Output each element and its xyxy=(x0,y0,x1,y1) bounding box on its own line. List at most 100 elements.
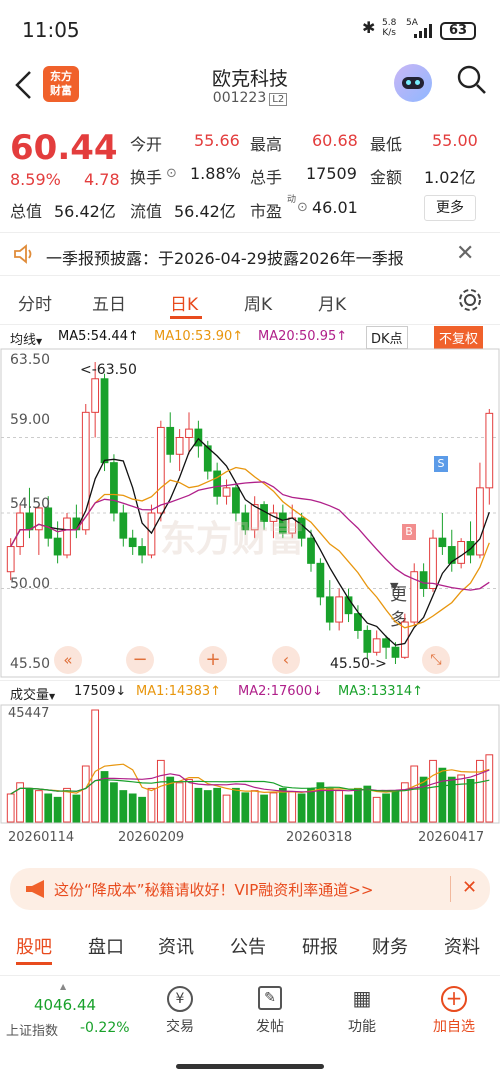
search-icon[interactable] xyxy=(456,64,488,96)
up-candle xyxy=(335,596,344,623)
sell-signal-badge[interactable]: S xyxy=(434,456,448,472)
tab-daily-k[interactable]: 日K xyxy=(170,290,198,315)
float-cap-label: 流值 xyxy=(130,202,163,221)
pe-label: 市盈 xyxy=(250,202,283,221)
price-change-percent: 8.59% xyxy=(10,170,61,189)
ma20-value: MA20:50.95↑ xyxy=(258,329,348,344)
megaphone-icon xyxy=(26,880,44,898)
tab-guba[interactable]: 股吧 xyxy=(16,933,52,959)
down-volume-bar xyxy=(325,787,334,823)
add-watchlist-button[interactable]: + 加自选 xyxy=(424,986,484,1036)
open-label: 今开 xyxy=(130,135,163,154)
speaker-icon xyxy=(14,244,32,264)
robot-assistant-icon[interactable] xyxy=(394,64,432,102)
volume-label: 总手 xyxy=(250,168,283,187)
up-volume-bar xyxy=(335,790,344,823)
amount-label: 金额 xyxy=(370,168,403,187)
bluetooth-icon: ✱ xyxy=(362,18,376,37)
price-change: 4.78 xyxy=(84,170,120,189)
down-volume-bar xyxy=(138,796,146,823)
promo-banner[interactable]: 这份“降成本”秘籍请收好！VIP融资利率通道>> ✕ xyxy=(10,868,490,910)
chevron-up-icon[interactable]: ▲ xyxy=(60,982,66,991)
down-candle xyxy=(307,537,315,564)
up-volume-bar xyxy=(6,793,15,823)
up-candle xyxy=(222,487,231,497)
info-icon[interactable]: ⊙ xyxy=(297,200,308,215)
index-change[interactable]: -0.22% xyxy=(80,1020,130,1036)
scroll-left-icon[interactable]: ‹ xyxy=(272,646,300,674)
adjust-mode-button[interactable]: 不复权 xyxy=(434,326,484,349)
down-candle xyxy=(100,378,109,464)
volume-chart[interactable] xyxy=(0,704,500,824)
price-tick-label: 45.50 xyxy=(10,656,51,672)
up-volume-bar xyxy=(222,794,231,823)
date-label: 20260209 xyxy=(118,830,185,845)
market-cap-label: 总值 xyxy=(10,202,43,221)
zoom-out-icon[interactable]: − xyxy=(126,646,154,674)
tab-pankou[interactable]: 盘口 xyxy=(88,933,124,959)
up-volume-bar xyxy=(63,787,71,823)
down-volume-bar xyxy=(72,794,81,823)
settings-gear-icon[interactable] xyxy=(456,286,484,314)
market-cap-value: 56.42亿 xyxy=(54,202,116,221)
trade-button[interactable]: ¥ 交易 xyxy=(150,986,210,1036)
down-candle xyxy=(44,507,53,539)
ma-selector[interactable]: 均线▼ xyxy=(10,329,42,348)
tab-weekly-k[interactable]: 周K xyxy=(244,290,272,315)
current-price: 60.44 xyxy=(10,128,118,168)
up-volume-bar xyxy=(147,787,156,823)
down-volume-bar xyxy=(241,792,250,823)
zoom-in-icon[interactable]: + xyxy=(199,646,227,674)
up-volume-bar xyxy=(91,709,100,823)
fullscreen-icon[interactable]: ⤡ xyxy=(422,646,450,674)
down-volume-bar xyxy=(391,790,400,823)
up-candle xyxy=(91,378,100,413)
tab-intraday[interactable]: 分时 xyxy=(18,290,52,315)
volume-selector[interactable]: 成交量▼ xyxy=(10,684,55,703)
tab-research[interactable]: 研报 xyxy=(302,933,338,959)
edit-icon: ✎ xyxy=(258,986,282,1010)
date-label: 20260318 xyxy=(286,830,353,845)
index-name[interactable]: 上证指数 xyxy=(6,1020,58,1039)
tab-monthly-k[interactable]: 月K xyxy=(318,290,346,315)
more-quote-button[interactable]: 更多 xyxy=(424,195,476,221)
signal-icon xyxy=(414,24,432,38)
close-icon[interactable]: ✕ xyxy=(456,241,474,266)
dk-point-toggle[interactable]: DK点 xyxy=(366,326,408,349)
up-candle xyxy=(185,428,193,439)
up-volume-bar xyxy=(185,778,193,823)
up-volume-bar xyxy=(485,754,494,823)
down-candle xyxy=(53,537,62,556)
up-volume-bar xyxy=(250,790,259,823)
tab-five-day[interactable]: 五日 xyxy=(92,290,126,315)
network-speed: 5.8 K/s xyxy=(382,18,397,38)
vol-ma2: MA2:17600↓ xyxy=(238,684,324,699)
down-volume-bar xyxy=(466,778,475,823)
notice-bar[interactable]: 一季报预披露：于2026-04-29披露2026年一季报 ✕ xyxy=(0,232,500,276)
buy-signal-badge[interactable]: B xyxy=(402,524,416,540)
tab-announcements[interactable]: 公告 xyxy=(230,933,266,959)
volume-current: 17509↓ xyxy=(74,684,127,699)
scroll-left-fast-icon[interactable]: « xyxy=(54,646,82,674)
tab-news[interactable]: 资讯 xyxy=(158,933,194,959)
grid-icon: ▦ xyxy=(352,986,372,1010)
index-value[interactable]: 4046.44 xyxy=(34,996,96,1014)
features-button[interactable]: ▦ 功能 xyxy=(332,986,392,1036)
ma-indicator-row: 均线▼ MA5:54.44↑ MA10:53.90↑ MA20:50.95↑ D… xyxy=(0,324,500,349)
volume-max-label: 45447 xyxy=(8,706,50,721)
down-candle xyxy=(138,546,146,556)
down-volume-bar xyxy=(203,790,212,823)
post-button[interactable]: ✎ 发帖 xyxy=(240,986,300,1036)
up-candle xyxy=(372,638,381,653)
tab-profile[interactable]: 资料 xyxy=(444,933,480,959)
up-candle xyxy=(6,546,15,573)
low-label: 最低 xyxy=(370,135,403,154)
down-volume-bar xyxy=(382,793,390,823)
up-volume-bar xyxy=(476,759,484,823)
close-icon[interactable]: ✕ xyxy=(462,877,477,898)
info-icon[interactable]: ⊙ xyxy=(166,166,177,181)
up-volume-bar xyxy=(429,759,437,823)
down-candle xyxy=(25,512,34,531)
down-candle xyxy=(354,613,362,631)
tab-finance[interactable]: 财务 xyxy=(372,933,408,959)
